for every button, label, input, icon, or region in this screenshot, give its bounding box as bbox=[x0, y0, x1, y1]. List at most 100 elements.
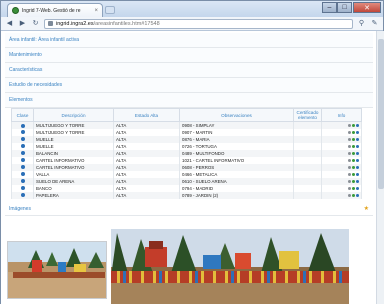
status-icon[interactable] bbox=[352, 124, 355, 128]
row-estado: ALTA bbox=[113, 121, 180, 129]
status-icon[interactable] bbox=[352, 193, 355, 197]
table-row[interactable]: PAPELERA ALTA 0789 - JARDIN (2) bbox=[11, 191, 362, 199]
table-row[interactable]: BANCO ALTA 0794 - MADRID bbox=[11, 184, 362, 192]
row-observaciones: 0489 - MULTIFONDO bbox=[179, 149, 294, 157]
view-icon[interactable] bbox=[348, 144, 351, 148]
thumbnail-image[interactable] bbox=[7, 241, 107, 299]
row-bullet-cell bbox=[11, 163, 34, 171]
row-description: CARTEL INFORMATIVO bbox=[33, 156, 114, 164]
status-icon[interactable] bbox=[352, 130, 355, 134]
view-icon[interactable] bbox=[348, 130, 351, 134]
tab-close-icon[interactable]: × bbox=[94, 8, 98, 14]
table-row[interactable]: VALLA ALTA 0466 - METALICA bbox=[11, 170, 362, 178]
table-row[interactable]: CARTEL INFORMATIVO ALTA 0608 - PERROS bbox=[11, 163, 362, 171]
row-certificado bbox=[293, 184, 322, 192]
row-estado: ALTA bbox=[113, 142, 180, 150]
col-observaciones[interactable]: Observaciones bbox=[179, 108, 294, 122]
row-certificado bbox=[293, 128, 322, 136]
table-row[interactable]: MUELLE ALTA 0876 - MARIA bbox=[11, 135, 362, 143]
new-tab-button[interactable] bbox=[105, 6, 115, 14]
status-icon[interactable] bbox=[352, 137, 355, 141]
close-window-button[interactable]: ✕ bbox=[353, 2, 381, 13]
url-path: /areasinfantiles.htm#17548 bbox=[93, 20, 160, 27]
info-icons bbox=[348, 193, 359, 197]
back-icon[interactable]: ◀ bbox=[5, 19, 14, 28]
bullet-icon bbox=[20, 165, 25, 170]
info-icons bbox=[348, 130, 359, 134]
status-icon[interactable] bbox=[352, 172, 355, 176]
status-icon[interactable] bbox=[352, 158, 355, 162]
table-row[interactable]: CARTEL INFORMATIVO ALTA 1021 - CARTEL INFO… bbox=[11, 156, 362, 164]
view-icon[interactable] bbox=[348, 158, 351, 162]
info-icon[interactable] bbox=[356, 165, 359, 169]
main-photo[interactable] bbox=[111, 229, 349, 304]
status-icon[interactable] bbox=[352, 144, 355, 148]
col-info[interactable]: Info bbox=[321, 108, 362, 122]
images-label[interactable]: Imágenes bbox=[9, 206, 31, 212]
minimize-button[interactable]: – bbox=[322, 2, 337, 13]
row-estado: ALTA bbox=[113, 191, 180, 199]
view-icon[interactable] bbox=[348, 165, 351, 169]
reload-icon[interactable]: ↻ bbox=[31, 19, 40, 28]
view-icon[interactable] bbox=[348, 151, 351, 155]
info-icons bbox=[348, 124, 359, 128]
browser-tab[interactable]: Ingrid 7-Web. Gestió de re × bbox=[7, 3, 103, 17]
bullet-icon bbox=[20, 186, 25, 191]
col-descripcion[interactable]: Descripción bbox=[33, 108, 114, 122]
info-icon[interactable] bbox=[356, 137, 359, 141]
table-row[interactable]: MULTIJUEGO Y TORRE ALTA 0907 - MARTIN bbox=[11, 128, 362, 136]
info-icon[interactable] bbox=[356, 130, 359, 134]
status-icon[interactable] bbox=[352, 186, 355, 190]
section-caracteristicas[interactable]: Características bbox=[5, 63, 373, 78]
info-icon[interactable] bbox=[356, 172, 359, 176]
row-description: BANCO bbox=[33, 184, 114, 192]
row-bullet-cell bbox=[11, 135, 34, 143]
info-icon[interactable] bbox=[356, 124, 359, 128]
scrollbar-thumb[interactable] bbox=[378, 39, 384, 189]
view-icon[interactable] bbox=[348, 186, 351, 190]
view-icon[interactable] bbox=[348, 124, 351, 128]
view-icon[interactable] bbox=[348, 137, 351, 141]
row-bullet-cell bbox=[11, 191, 34, 199]
bullet-icon bbox=[20, 179, 25, 184]
row-bullet-cell bbox=[11, 177, 34, 185]
row-description: MUELLE bbox=[33, 142, 114, 150]
col-clase[interactable]: Clase bbox=[11, 108, 34, 122]
col-estado[interactable]: Estado Alta bbox=[113, 108, 180, 122]
info-icon[interactable] bbox=[356, 193, 359, 197]
view-icon[interactable] bbox=[348, 179, 351, 183]
info-icon[interactable] bbox=[356, 179, 359, 183]
status-icon[interactable] bbox=[352, 179, 355, 183]
page-viewport: Área infantil: Área infantil activa Mant… bbox=[1, 31, 384, 304]
view-icon[interactable] bbox=[348, 193, 351, 197]
status-icon[interactable] bbox=[352, 165, 355, 169]
section-mantenimiento[interactable]: Mantenimiento bbox=[5, 48, 373, 63]
maximize-button[interactable]: □ bbox=[337, 2, 352, 13]
info-icon[interactable] bbox=[356, 158, 359, 162]
row-bullet-cell bbox=[11, 142, 34, 150]
info-icon[interactable] bbox=[356, 144, 359, 148]
info-icons bbox=[348, 151, 359, 155]
forward-icon[interactable]: ▶ bbox=[18, 19, 27, 28]
info-icon[interactable] bbox=[356, 186, 359, 190]
row-certificado bbox=[293, 191, 322, 199]
status-icon[interactable] bbox=[352, 151, 355, 155]
table-row[interactable]: MULTIJUEGO Y TORRE ALTA 0908 - SIMPLAY bbox=[11, 121, 362, 129]
table-row[interactable]: MUELLE ALTA 0726 - TORTUGA bbox=[11, 142, 362, 150]
row-info bbox=[321, 121, 362, 129]
info-icon[interactable] bbox=[356, 151, 359, 155]
section-estudio-necesidades[interactable]: Estudio de necesidades bbox=[5, 78, 373, 93]
table-row[interactable]: SUELO DE ARENA ALTA 0610 - SUELO ARENA bbox=[11, 177, 362, 185]
bullet-icon bbox=[20, 123, 25, 128]
section-elementos[interactable]: Elementos bbox=[5, 93, 373, 108]
wrench-icon[interactable]: ✎ bbox=[370, 19, 379, 28]
star-icon[interactable]: ★ bbox=[364, 205, 369, 212]
extension-icon[interactable]: ⚲ bbox=[357, 19, 366, 28]
table-row[interactable]: BALANCIN ALTA 0489 - MULTIFONDO bbox=[11, 149, 362, 157]
vertical-scrollbar[interactable] bbox=[376, 31, 384, 304]
address-bar[interactable]: ingrid.ingra2.es /areasinfantiles.htm#17… bbox=[44, 18, 353, 29]
row-info bbox=[321, 170, 362, 178]
view-icon[interactable] bbox=[348, 172, 351, 176]
col-certificado[interactable]: Certificado elemento bbox=[293, 108, 322, 122]
section-area-infantil[interactable]: Área infantil: Área infantil activa bbox=[5, 33, 373, 48]
